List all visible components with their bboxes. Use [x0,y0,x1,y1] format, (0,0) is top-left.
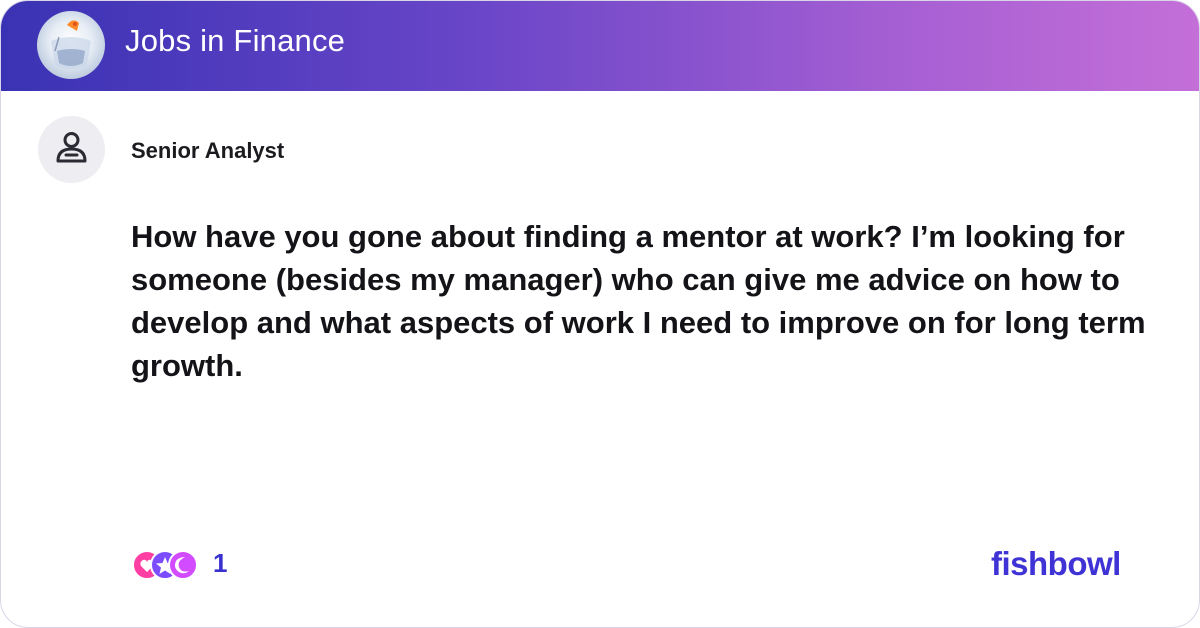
post-card: Jobs in Finance Senior Analyst How have … [0,0,1200,628]
fishbowl-icon[interactable] [37,11,105,79]
bowl-title[interactable]: Jobs in Finance [125,23,345,59]
bowl-header: Jobs in Finance [1,1,1199,91]
post-body: How have you gone about finding a mentor… [131,219,1146,383]
reaction-count[interactable]: 1 [213,548,227,579]
reaction-icons[interactable] [131,549,199,581]
user-avatar[interactable] [38,116,105,183]
moon-reaction-icon [168,550,198,580]
author-title[interactable]: Senior Analyst [131,138,284,164]
user-icon [56,132,87,163]
fishbowl-logo[interactable]: fishbowl [991,545,1121,583]
